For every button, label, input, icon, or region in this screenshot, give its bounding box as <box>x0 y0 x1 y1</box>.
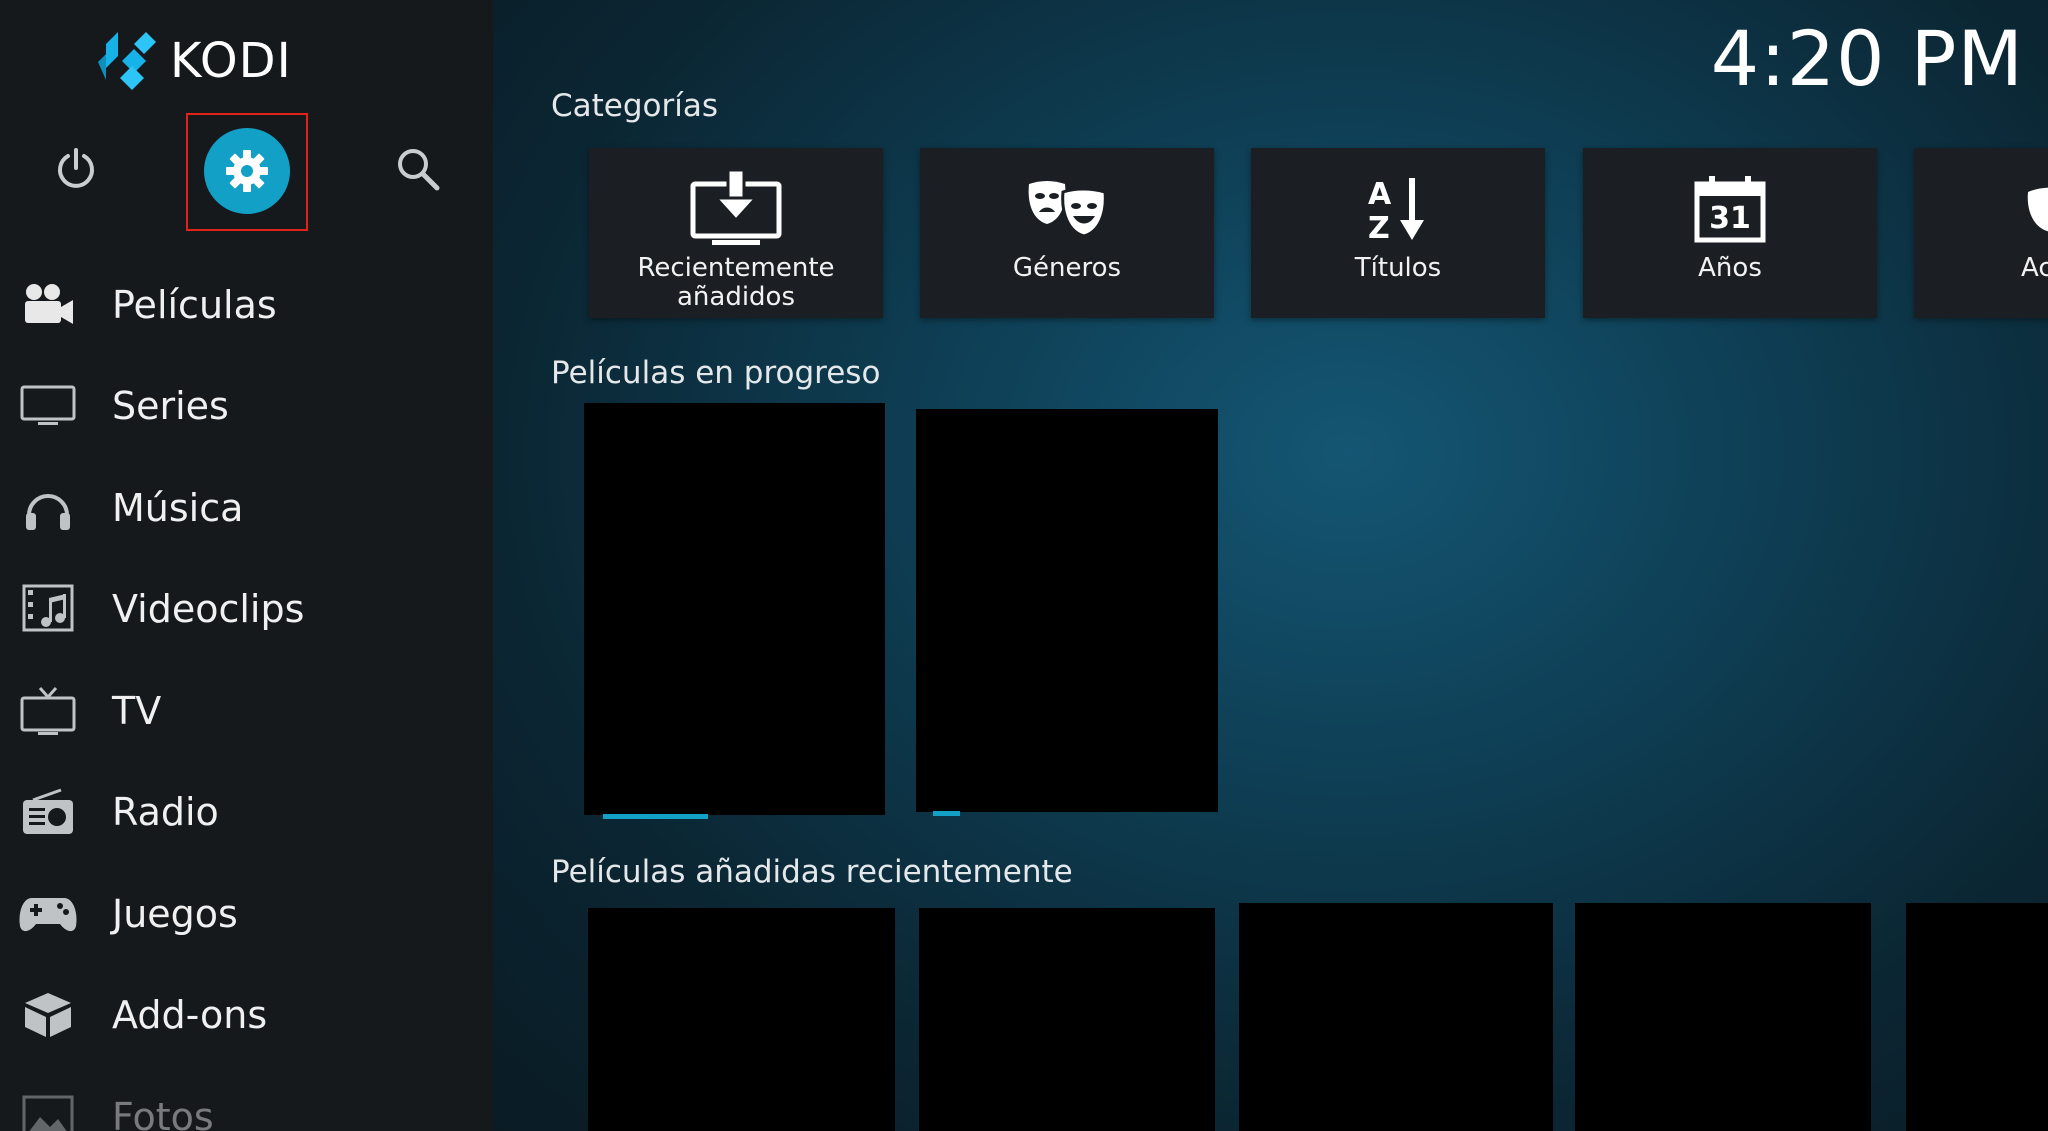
search-icon <box>398 149 440 191</box>
kodi-home: KODI Películas Series Música Videoclips … <box>0 0 2048 1131</box>
in-progress-poster-2[interactable] <box>916 409 1218 816</box>
menu-label: Juegos <box>112 891 238 936</box>
sidebar: KODI Películas Series Música Videoclips … <box>0 0 493 1131</box>
theater-masks-icon <box>1027 170 1107 248</box>
search-button[interactable] <box>382 133 454 205</box>
category-actors[interactable]: Act <box>1914 148 2048 318</box>
music-video-icon <box>18 581 78 637</box>
category-genres[interactable]: Géneros <box>920 148 1214 318</box>
recent-poster-4[interactable] <box>1575 903 1871 1131</box>
power-button[interactable] <box>40 133 112 205</box>
menu-label: Videoclips <box>112 587 305 632</box>
svg-text:A: A <box>1368 177 1392 212</box>
clock: 4:20 PM <box>1710 14 2024 103</box>
menu-item-tv[interactable]: TV <box>0 660 493 762</box>
settings-button[interactable] <box>204 128 290 214</box>
actor-mask-icon <box>1914 170 2048 248</box>
menu-label: Fotos <box>112 1094 214 1131</box>
menu-label: Add-ons <box>112 993 268 1038</box>
headphones-icon <box>18 480 78 536</box>
menu-item-fotos[interactable]: Fotos <box>0 1066 493 1131</box>
menu-item-musica[interactable]: Música <box>0 457 493 559</box>
kodi-logo-text: KODI <box>170 33 292 89</box>
gamepad-icon <box>18 886 78 942</box>
recently-added-title: Películas añadidas recientemente <box>551 854 1073 890</box>
svg-text:Z: Z <box>1368 211 1390 242</box>
recently-added-icon <box>690 170 782 248</box>
in-progress-title: Películas en progreso <box>551 355 881 391</box>
progress-bar <box>933 811 960 816</box>
recent-poster-5[interactable] <box>1906 903 2048 1131</box>
menu-item-radio[interactable]: Radio <box>0 762 493 864</box>
categories-row: Recientemente añadidos Géneros A Z Títul… <box>589 148 2048 318</box>
power-icon <box>58 148 94 188</box>
picture-icon <box>18 1089 78 1131</box>
recent-poster-1[interactable] <box>588 908 895 1131</box>
in-progress-poster-1[interactable] <box>584 403 885 819</box>
calendar-icon: 31 <box>1694 170 1766 248</box>
tv-monitor-icon <box>18 378 78 434</box>
progress-bar <box>603 814 708 819</box>
category-titles[interactable]: A Z Títulos <box>1251 148 1545 318</box>
category-label: Act <box>2021 253 2048 283</box>
category-years[interactable]: 31 Años <box>1583 148 1877 318</box>
main-menu: Películas Series Música Videoclips TV Ra… <box>0 254 493 1131</box>
kodi-logo-icon <box>98 32 156 90</box>
calendar-day: 31 <box>1709 201 1751 236</box>
category-label: Recientemente añadidos <box>637 253 835 312</box>
category-label: Títulos <box>1354 253 1442 283</box>
menu-item-peliculas[interactable]: Películas <box>0 254 493 356</box>
recent-poster-2[interactable] <box>919 908 1215 1131</box>
menu-label: TV <box>112 688 162 733</box>
radio-icon <box>18 784 78 840</box>
gear-icon <box>226 150 268 192</box>
menu-label: Películas <box>112 282 277 327</box>
kodi-logo[interactable]: KODI <box>98 30 292 92</box>
menu-item-videoclips[interactable]: Videoclips <box>0 559 493 661</box>
movie-camera-icon <box>18 277 78 333</box>
menu-item-juegos[interactable]: Juegos <box>0 863 493 965</box>
category-recently-added[interactable]: Recientemente añadidos <box>589 148 883 318</box>
addons-box-icon <box>18 987 78 1043</box>
category-label: Géneros <box>1012 253 1122 283</box>
menu-label: Música <box>112 485 244 530</box>
menu-item-addons[interactable]: Add-ons <box>0 965 493 1067</box>
menu-label: Series <box>112 384 229 429</box>
category-label: Años <box>1698 253 1762 283</box>
recent-poster-3[interactable] <box>1239 903 1553 1131</box>
menu-label: Radio <box>112 790 219 835</box>
sort-az-icon: A Z <box>1366 170 1430 248</box>
categories-title: Categorías <box>551 88 719 124</box>
main-content: 4:20 PM Categorías Recientemente añadido… <box>493 0 2048 1131</box>
menu-item-series[interactable]: Series <box>0 356 493 458</box>
tv-antenna-icon <box>18 683 78 739</box>
